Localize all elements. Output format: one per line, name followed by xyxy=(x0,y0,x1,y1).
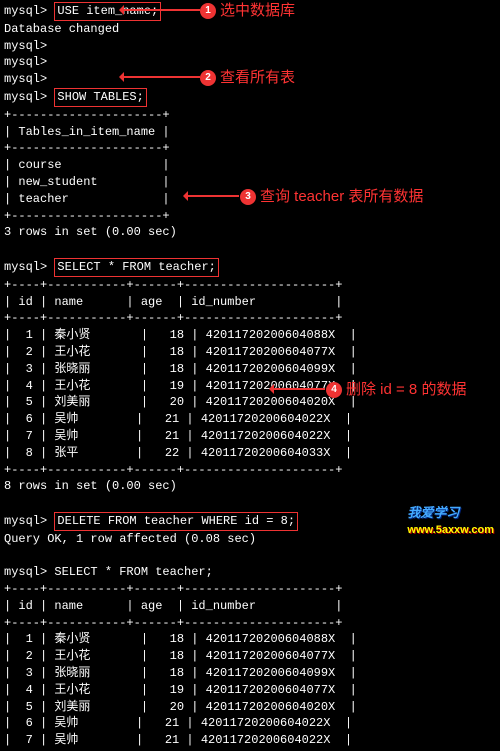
annotation-text-2: 查看所有表 xyxy=(220,67,295,88)
annotation-3: 3 查询 teacher 表所有数据 xyxy=(240,186,423,207)
watermark: 我爱学习 www.5axxw.com xyxy=(407,504,494,538)
cmd-use: USE item_name; xyxy=(54,2,161,21)
badge-2: 2 xyxy=(200,70,216,86)
watermark-en: www.5axxw.com xyxy=(407,523,494,538)
badge-1: 1 xyxy=(200,3,216,19)
annotation-text-1: 选中数据库 xyxy=(220,0,295,21)
cmd-select-1: SELECT * FROM teacher; xyxy=(54,258,218,277)
annotation-text-4: 删除 id = 8 的数据 xyxy=(346,379,466,400)
terminal-output: mysql> USE item_name; Database changed m… xyxy=(0,0,500,751)
badge-3: 3 xyxy=(240,189,256,205)
watermark-cn: 我爱学习 xyxy=(407,505,459,520)
annotation-text-3: 查询 teacher 表所有数据 xyxy=(260,186,423,207)
badge-4: 4 xyxy=(326,382,342,398)
cmd-delete: DELETE FROM teacher WHERE id = 8; xyxy=(54,512,298,531)
arrow-3 xyxy=(184,195,239,197)
cmd-show-tables: SHOW TABLES; xyxy=(54,88,146,107)
arrow-4 xyxy=(270,388,325,390)
annotation-1: 1 选中数据库 xyxy=(200,0,295,21)
annotation-2: 2 查看所有表 xyxy=(200,67,295,88)
arrow-2 xyxy=(120,76,200,78)
arrow-1 xyxy=(120,9,200,11)
annotation-4: 4 删除 id = 8 的数据 xyxy=(326,379,466,400)
